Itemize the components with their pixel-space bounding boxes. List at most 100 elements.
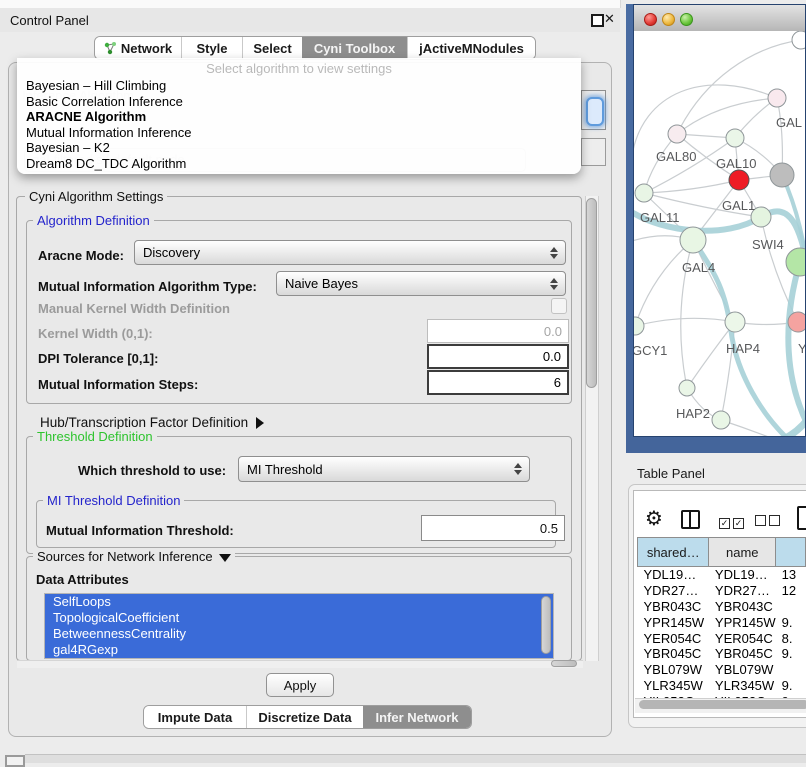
network-node-GAL4[interactable] — [680, 227, 706, 253]
document-icon[interactable] — [797, 506, 806, 530]
mi-algorithm-type-value: Naive Bayes — [285, 276, 358, 291]
table-row[interactable]: YER054CYER054C8. — [638, 630, 806, 646]
tab-infer-network[interactable]: Infer Network — [363, 706, 471, 728]
table-cell: YDR27… — [709, 583, 776, 599]
dpi-tolerance-input[interactable]: 0.0 — [427, 344, 569, 369]
mac-close-button[interactable] — [644, 13, 657, 26]
select-all-icon[interactable]: ✓✓ — [719, 513, 744, 531]
network-node-GAL80[interactable] — [668, 125, 686, 143]
which-threshold-select[interactable]: MI Threshold — [238, 456, 530, 482]
aracne-mode-value: Discovery — [143, 245, 200, 260]
network-canvas[interactable]: GALGAL80GAL10GAL1GAL11SWI4GAL4GCY1HAP4YH… — [634, 31, 805, 436]
network-graph: GALGAL80GAL10GAL1GAL11SWI4GAL4GCY1HAP4YH… — [634, 31, 805, 436]
settings-hscrollbar-thumb[interactable] — [551, 660, 577, 667]
network-window[interactable]: GALGAL80GAL10GAL1GAL11SWI4GAL4GCY1HAP4YH… — [633, 4, 806, 437]
tab-discretize-data[interactable]: Discretize Data — [246, 706, 363, 728]
table-row[interactable]: YLR345WYLR345W9. — [638, 678, 806, 694]
settings-gear-icon[interactable]: ⚙ — [645, 506, 663, 531]
table-row[interactable]: YPR145WYPR145W9. — [638, 614, 806, 630]
hub-definition-expander[interactable]: Hub/Transcription Factor Definition — [40, 415, 264, 430]
tab-select[interactable]: Select — [242, 37, 302, 59]
node-table-grid[interactable]: shared…name YDL19…YDL19…13YDR27…YDR27…12… — [637, 537, 806, 709]
aracne-mode-select[interactable]: Discovery — [134, 240, 566, 265]
control-panel-titlebar — [0, 8, 620, 32]
tab-impute-data[interactable]: Impute Data — [144, 706, 246, 728]
network-edge[interactable] — [634, 85, 777, 156]
network-node-GCY1[interactable] — [634, 317, 644, 335]
network-node-node-gray[interactable] — [770, 163, 794, 187]
select-none-icon[interactable] — [755, 513, 780, 531]
table-row[interactable]: YBL079WYBL079W — [638, 662, 806, 678]
tab-cyni-toolbox[interactable]: Cyni Toolbox — [302, 37, 407, 59]
tab-jactivemnodules[interactable]: jActiveMNodules — [407, 37, 535, 59]
kernel-width-input[interactable]: 0.0 — [427, 319, 569, 343]
network-edge[interactable] — [644, 180, 739, 193]
attribute-list-item[interactable]: gal4RGexp — [45, 642, 553, 658]
table-row[interactable]: YDL19…YDL19…13 — [638, 567, 806, 583]
mi-algorithm-type-select[interactable]: Naive Bayes — [276, 271, 566, 296]
algorithm-option[interactable]: Mutual Information Inference — [17, 125, 581, 141]
network-node-GAL1[interactable] — [729, 170, 749, 190]
manual-kernel-width-checkbox[interactable] — [551, 298, 567, 314]
mac-zoom-button[interactable] — [680, 13, 693, 26]
node-label: GAL10 — [716, 156, 756, 171]
network-node-HAP2[interactable] — [679, 380, 695, 396]
which-threshold-label: Which threshold to use: — [78, 463, 226, 478]
manual-kernel-width-label: Manual Kernel Width Definition — [38, 301, 230, 316]
algorithm-option[interactable]: ARACNE Algorithm — [17, 109, 581, 125]
tab-style[interactable]: Style — [181, 37, 242, 59]
table-cell: 9. — [776, 678, 806, 694]
attribute-list-item[interactable]: TopologicalCoefficient — [45, 610, 553, 626]
network-node-node-salmon[interactable] — [788, 312, 805, 332]
table-cell: YLR345W — [709, 678, 776, 694]
algorithm-option[interactable]: Basic Correlation Inference — [17, 94, 581, 110]
settings-hscrollbar[interactable] — [17, 660, 583, 668]
mi-steps-input[interactable]: 6 — [427, 370, 569, 395]
algorithm-dropdown-placeholder: Select algorithm to view settings — [17, 61, 581, 78]
attributes-scrollbar-thumb[interactable] — [541, 596, 551, 654]
table-cell: YBR045C — [638, 646, 709, 662]
mi-algorithm-type-label: Mutual Information Algorithm Type: — [38, 279, 257, 294]
close-icon[interactable]: ✕ — [604, 11, 615, 27]
tab-network[interactable]: Network — [95, 37, 181, 59]
table-row[interactable]: YBR043CYBR043C — [638, 599, 806, 615]
network-edge[interactable] — [635, 318, 735, 326]
node-label: GAL — [776, 115, 802, 130]
apply-button[interactable]: Apply — [266, 673, 334, 697]
split-columns-icon[interactable] — [681, 510, 700, 529]
network-node-HAP4[interactable] — [725, 312, 745, 332]
column-header[interactable]: name — [709, 538, 776, 567]
table-cell: 12 — [776, 583, 806, 599]
focused-spinner-button[interactable] — [586, 97, 604, 126]
sources-group-title[interactable]: Sources for Network Inference — [33, 549, 235, 564]
table-cell: YBR043C — [709, 599, 776, 615]
network-window-titlebar[interactable] — [634, 5, 805, 32]
network-edge[interactable] — [677, 98, 777, 134]
table-row[interactable]: YBR045CYBR045C9. — [638, 646, 806, 662]
attribute-list-item[interactable]: SelfLoops — [45, 594, 553, 610]
network-node-node-green-bottom[interactable] — [712, 411, 730, 429]
network-node-node-pink-top[interactable] — [768, 89, 786, 107]
network-node-GAL10[interactable] — [726, 129, 744, 147]
table-cell: 13 — [776, 567, 806, 583]
algorithm-option[interactable]: Bayesian – K2 — [17, 140, 581, 156]
node-label: GCY1 — [634, 343, 667, 358]
data-attributes-list[interactable]: SelfLoopsTopologicalCoefficientBetweenne… — [44, 593, 554, 659]
minimized-panel-icon[interactable] — [5, 755, 25, 767]
network-node-node-big-green[interactable] — [786, 248, 805, 276]
network-node-node-top[interactable] — [792, 31, 805, 49]
float-window-icon[interactable] — [591, 14, 604, 27]
algorithm-option[interactable]: Dream8 DC_TDC Algorithm — [17, 156, 581, 172]
attribute-list-item[interactable]: BetweennessCentrality — [45, 626, 553, 642]
mi-threshold-input[interactable]: 0.5 — [421, 515, 565, 541]
settings-scrollbar-thumb[interactable] — [586, 198, 597, 388]
table-row[interactable]: YDR27…YDR27…12 — [638, 583, 806, 599]
column-header[interactable] — [776, 538, 806, 567]
column-header[interactable]: shared… — [638, 538, 709, 567]
table-hscrollbar-thumb[interactable] — [639, 700, 806, 709]
mac-minimize-button[interactable] — [662, 13, 675, 26]
algorithm-definition-title: Algorithm Definition — [33, 213, 154, 228]
algorithm-option[interactable]: Bayesian – Hill Climbing — [17, 78, 581, 94]
control-panel-title: Control Panel — [10, 13, 89, 28]
network-node-GAL11[interactable] — [635, 184, 653, 202]
